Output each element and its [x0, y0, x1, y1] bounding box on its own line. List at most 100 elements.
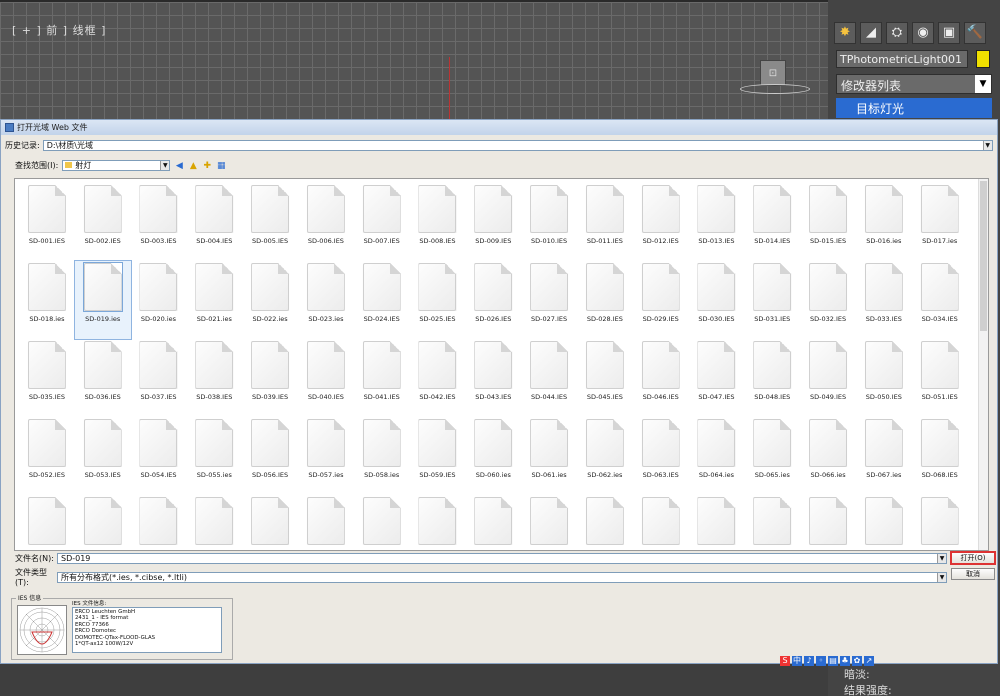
file-item[interactable]: SD-041.IES: [354, 339, 410, 417]
file-item[interactable]: SD-051.IES: [912, 339, 968, 417]
settings-icon[interactable]: ↗: [864, 656, 874, 666]
file-item[interactable]: SD-001.IES: [19, 183, 75, 261]
file-item[interactable]: SD-009.IES: [465, 183, 521, 261]
create-tab-icon[interactable]: ✸: [834, 22, 856, 44]
history-dropdown[interactable]: D:\材质\光域 ▼: [42, 140, 993, 151]
file-item[interactable]: SD-060.ies: [465, 417, 521, 495]
file-item[interactable]: SD-006.IES: [298, 183, 354, 261]
file-item[interactable]: SD-068.IES: [912, 417, 968, 495]
chevron-down-icon[interactable]: ▼: [937, 572, 946, 582]
file-item[interactable]: SD-014.IES: [744, 183, 800, 261]
keyboard-icon[interactable]: ▤: [828, 656, 838, 666]
file-item[interactable]: SD-058.ies: [354, 417, 410, 495]
file-item[interactable]: SD-056.IES: [242, 417, 298, 495]
file-item[interactable]: SD-055.ies: [186, 417, 242, 495]
file-item[interactable]: SD-028.IES: [577, 261, 633, 339]
file-item[interactable]: [410, 495, 466, 550]
file-item[interactable]: SD-027.IES: [521, 261, 577, 339]
display-tab-icon[interactable]: ▣: [938, 22, 960, 44]
file-item[interactable]: [298, 495, 354, 550]
file-item[interactable]: [800, 495, 856, 550]
file-item[interactable]: [856, 495, 912, 550]
punctuation-icon[interactable]: ◦: [816, 656, 826, 666]
sound-icon[interactable]: ♪: [804, 656, 814, 666]
viewport-label[interactable]: [ + ] 前 ] 线框 ]: [12, 22, 106, 38]
utilities-tab-icon[interactable]: 🔨: [964, 22, 986, 44]
file-item[interactable]: SD-011.IES: [577, 183, 633, 261]
file-item[interactable]: SD-053.IES: [75, 417, 131, 495]
file-item[interactable]: SD-062.ies: [577, 417, 633, 495]
file-item[interactable]: [186, 495, 242, 550]
file-item[interactable]: SD-037.IES: [131, 339, 187, 417]
file-item[interactable]: [354, 495, 410, 550]
file-item[interactable]: SD-005.IES: [242, 183, 298, 261]
filename-input[interactable]: SD-019 ▼: [57, 553, 947, 564]
file-item[interactable]: SD-017.ies: [912, 183, 968, 261]
file-item[interactable]: SD-021.ies: [186, 261, 242, 339]
file-item[interactable]: SD-031.IES: [744, 261, 800, 339]
file-item[interactable]: SD-029.IES: [633, 261, 689, 339]
file-item[interactable]: SD-052.IES: [19, 417, 75, 495]
viewport-front[interactable]: [ + ] 前 ] 线框 ] ⊡: [0, 0, 828, 122]
chevron-down-icon[interactable]: ▼: [975, 75, 991, 93]
file-list[interactable]: SD-001.IES SD-002.IES SD-003.IES SD-004.IES…: [14, 178, 989, 551]
file-item[interactable]: SD-003.IES: [131, 183, 187, 261]
motion-tab-icon[interactable]: ◉: [912, 22, 934, 44]
file-item[interactable]: [19, 495, 75, 550]
back-icon[interactable]: ◀: [174, 161, 184, 171]
file-item[interactable]: SD-038.IES: [186, 339, 242, 417]
chevron-down-icon[interactable]: ▼: [982, 141, 992, 150]
file-item[interactable]: SD-050.IES: [856, 339, 912, 417]
file-item[interactable]: SD-047.IES: [689, 339, 745, 417]
modify-tab-icon[interactable]: ◢: [860, 22, 882, 44]
up-folder-icon[interactable]: ▲: [188, 161, 198, 171]
file-item[interactable]: SD-024.IES: [354, 261, 410, 339]
new-folder-icon[interactable]: ✚: [202, 161, 212, 171]
file-item[interactable]: [131, 495, 187, 550]
filetype-dropdown[interactable]: 所有分布格式(*.ies, *.cibse, *.ltli) ▼: [57, 571, 947, 583]
file-item[interactable]: SD-054.IES: [131, 417, 187, 495]
file-item[interactable]: SD-066.ies: [800, 417, 856, 495]
file-item[interactable]: SD-064.ies: [689, 417, 745, 495]
file-item[interactable]: SD-015.IES: [800, 183, 856, 261]
file-item[interactable]: SD-048.IES: [744, 339, 800, 417]
light-object-icon[interactable]: ⊡: [760, 60, 786, 86]
file-item[interactable]: SD-067.ies: [856, 417, 912, 495]
file-item[interactable]: SD-013.IES: [689, 183, 745, 261]
file-list-scrollbar[interactable]: [978, 179, 988, 550]
file-item[interactable]: [912, 495, 968, 550]
file-item[interactable]: SD-036.IES: [75, 339, 131, 417]
hierarchy-tab-icon[interactable]: ⛭: [886, 22, 908, 44]
lookin-dropdown[interactable]: 射灯 ▼: [62, 160, 171, 171]
dialog-titlebar[interactable]: 打开光域 Web 文件: [1, 120, 997, 135]
file-item[interactable]: SD-032.IES: [800, 261, 856, 339]
file-item[interactable]: SD-016.ies: [856, 183, 912, 261]
file-item[interactable]: SD-004.IES: [186, 183, 242, 261]
file-item[interactable]: SD-025.IES: [410, 261, 466, 339]
modifier-stack-item[interactable]: 目标灯光: [836, 98, 992, 118]
file-item[interactable]: SD-008.IES: [410, 183, 466, 261]
open-button[interactable]: 打开(O): [950, 551, 996, 565]
chinese-mode-icon[interactable]: 中: [792, 656, 802, 666]
file-item[interactable]: SD-034.IES: [912, 261, 968, 339]
file-item[interactable]: SD-020.ies: [131, 261, 187, 339]
chevron-down-icon[interactable]: ▼: [937, 554, 946, 563]
file-item[interactable]: [465, 495, 521, 550]
modifier-list-dropdown[interactable]: 修改器列表 ▼: [836, 74, 992, 94]
file-item[interactable]: SD-022.ies: [242, 261, 298, 339]
file-item[interactable]: SD-019.ies: [73, 260, 132, 340]
scrollbar-thumb[interactable]: [980, 181, 987, 331]
file-item[interactable]: SD-026.IES: [465, 261, 521, 339]
file-item[interactable]: SD-012.IES: [633, 183, 689, 261]
file-item[interactable]: SD-040.IES: [298, 339, 354, 417]
file-item[interactable]: SD-044.IES: [521, 339, 577, 417]
file-item[interactable]: [242, 495, 298, 550]
file-item[interactable]: [689, 495, 745, 550]
skin-icon[interactable]: ♣: [840, 656, 850, 666]
file-item[interactable]: SD-002.IES: [75, 183, 131, 261]
object-color-swatch[interactable]: [976, 50, 990, 68]
file-item[interactable]: [521, 495, 577, 550]
file-item[interactable]: SD-045.IES: [577, 339, 633, 417]
file-item[interactable]: SD-023.ies: [298, 261, 354, 339]
file-item[interactable]: [75, 495, 131, 550]
